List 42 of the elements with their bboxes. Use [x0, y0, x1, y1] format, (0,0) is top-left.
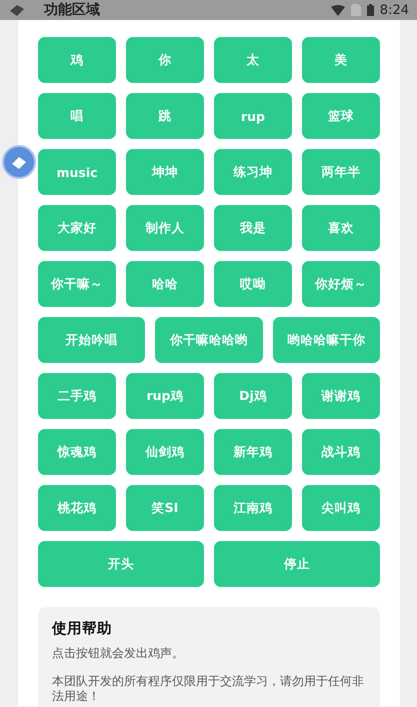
sound-button[interactable]: rup鸡	[126, 373, 204, 419]
sound-button[interactable]: Dj鸡	[214, 373, 292, 419]
sound-button[interactable]: 尖叫鸡	[302, 485, 380, 531]
sound-button[interactable]: 鸡	[38, 37, 116, 83]
sound-button[interactable]: 太	[214, 37, 292, 83]
sound-button[interactable]: 两年半	[302, 149, 380, 195]
sound-button[interactable]: 笑SI	[126, 485, 204, 531]
sound-button[interactable]: 篮球	[302, 93, 380, 139]
sound-button[interactable]: 开始吟唱	[38, 317, 146, 363]
sound-button[interactable]: 新年鸡	[214, 429, 292, 475]
sound-button[interactable]: music	[38, 149, 116, 195]
sound-button[interactable]: 仙剑鸡	[126, 429, 204, 475]
sound-button[interactable]: rup	[214, 93, 292, 139]
sound-button[interactable]: 你	[126, 37, 204, 83]
sound-button[interactable]: 你干嘛～	[38, 261, 116, 307]
clock-time: 8:24	[380, 2, 409, 18]
sound-button[interactable]: 哟哈哈嘛干你	[272, 317, 380, 363]
sound-button[interactable]: 我是	[214, 205, 292, 251]
screen-title: 功能区域	[44, 1, 101, 19]
sound-button[interactable]: 二手鸡	[38, 373, 116, 419]
sound-button[interactable]: 停止	[214, 541, 380, 587]
sound-button[interactable]: 哈哈	[126, 261, 204, 307]
sound-button[interactable]: 哎呦	[214, 261, 292, 307]
sound-button[interactable]: 跳	[126, 93, 204, 139]
help-title: 使用帮助	[52, 620, 113, 638]
sound-button[interactable]: 惊魂鸡	[38, 429, 116, 475]
help-text: 点击按钮就会发出鸡声。	[52, 646, 185, 660]
sound-button[interactable]: 江南鸡	[214, 485, 292, 531]
help-text: 本团队开发的所有程序仅限用于交流学习，请勿用于任何非法用途！	[52, 674, 365, 704]
sound-button[interactable]: 你干嘛哈哈哟	[155, 317, 263, 363]
sound-button[interactable]: 坤坤	[126, 149, 204, 195]
sound-button[interactable]: 大家好	[38, 205, 116, 251]
sound-button[interactable]: 谢谢鸡	[302, 373, 380, 419]
sound-button[interactable]: 唱	[38, 93, 116, 139]
sound-button[interactable]: 练习坤	[214, 149, 292, 195]
sound-button[interactable]: 美	[302, 37, 380, 83]
sound-button[interactable]: 喜欢	[302, 205, 380, 251]
sound-button[interactable]: 制作人	[126, 205, 204, 251]
sound-button[interactable]: 战斗鸡	[302, 429, 380, 475]
sound-button[interactable]: 桃花鸡	[38, 485, 116, 531]
sound-button[interactable]: 开头	[38, 541, 204, 587]
sound-button[interactable]: 你好烦～	[302, 261, 380, 307]
